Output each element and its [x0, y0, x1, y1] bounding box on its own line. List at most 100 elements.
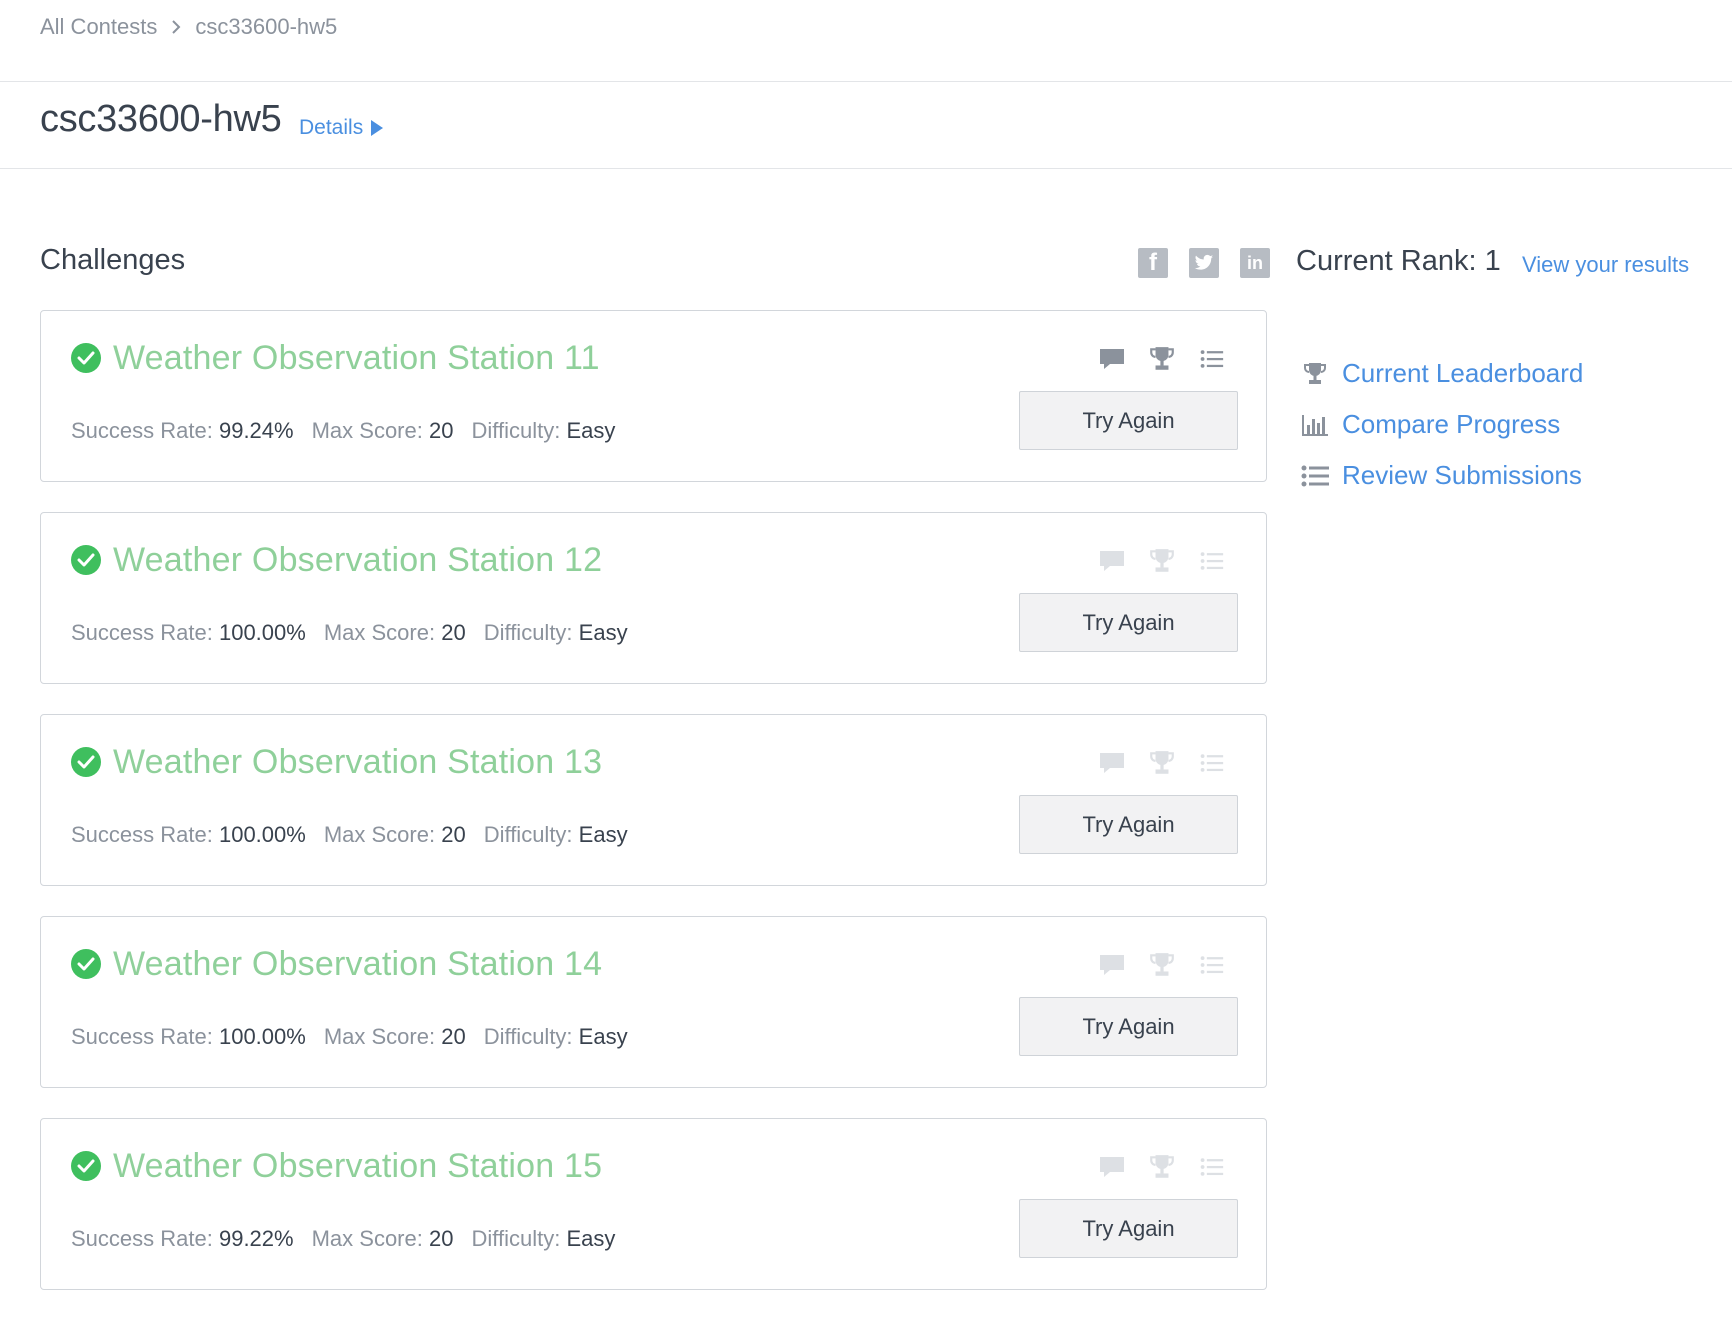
- success-rate-value: 100.00%: [218, 1024, 306, 1049]
- success-rate-label: Success Rate:: [71, 822, 213, 847]
- challenge-actions: [1098, 1153, 1248, 1181]
- challenge-meta: Success Rate: 100.00% Max Score: 20 Diffic…: [71, 620, 628, 646]
- challenge-card: Weather Observation Station 14 Success Ra…: [40, 916, 1267, 1088]
- success-rate-value: 100.00%: [218, 620, 306, 645]
- breadcrumb: All Contests csc33600-hw5: [40, 12, 337, 42]
- try-again-button[interactable]: Try Again: [1019, 593, 1238, 652]
- linkedin-glyph: in: [1247, 252, 1263, 273]
- success-rate-label: Success Rate:: [71, 1024, 213, 1049]
- max-score-label: Max Score:: [311, 418, 423, 443]
- divider: [0, 168, 1732, 169]
- max-score-label: Max Score:: [323, 620, 436, 645]
- discussion-icon[interactable]: [1098, 345, 1126, 373]
- challenge-title[interactable]: Weather Observation Station 13: [113, 743, 602, 782]
- challenge-actions: [1098, 951, 1248, 979]
- challenge-card: Weather Observation Station 15 Success Ra…: [40, 1118, 1267, 1290]
- max-score-label: Max Score:: [311, 1226, 423, 1251]
- discussion-icon[interactable]: [1098, 1153, 1126, 1181]
- sidebar-link-label: Review Submissions: [1342, 460, 1582, 490]
- difficulty-label: Difficulty:: [471, 1226, 561, 1251]
- difficulty-value: Easy: [566, 1226, 616, 1251]
- challenge-meta: Success Rate: 100.00% Max Score: 20 Diffic…: [71, 1024, 628, 1050]
- challenges-heading: Challenges: [40, 244, 186, 276]
- difficulty-value: Easy: [578, 1024, 628, 1049]
- try-again-button[interactable]: Try Again: [1019, 391, 1238, 450]
- challenge-meta: Success Rate: 99.24% Max Score: 20 Difficu…: [71, 418, 615, 444]
- divider: [0, 81, 1732, 82]
- max-score-value: 20: [428, 1226, 454, 1251]
- challenge-actions: [1098, 749, 1248, 777]
- sidebar-links: Current Leaderboard Compare Progress Rev…: [1300, 348, 1583, 501]
- challenge-meta: Success Rate: 99.22% Max Score: 20 Difficu…: [71, 1226, 615, 1252]
- trophy-icon[interactable]: [1148, 749, 1176, 777]
- success-rate-label: Success Rate:: [71, 418, 213, 443]
- difficulty-label: Difficulty:: [471, 418, 561, 443]
- challenge-title[interactable]: Weather Observation Station 14: [113, 945, 602, 984]
- challenge-actions: [1098, 547, 1248, 575]
- challenge-actions: [1098, 345, 1248, 373]
- check-circle-icon: [71, 747, 101, 777]
- details-link[interactable]: Details: [299, 116, 384, 140]
- chevron-right-icon: [171, 20, 181, 34]
- list-icon[interactable]: [1198, 547, 1226, 575]
- difficulty-label: Difficulty:: [483, 620, 573, 645]
- success-rate-value: 99.22%: [218, 1226, 294, 1251]
- trophy-icon[interactable]: [1148, 1153, 1176, 1181]
- list-icon[interactable]: [1198, 749, 1226, 777]
- check-circle-icon: [71, 1151, 101, 1181]
- max-score-value: 20: [441, 822, 466, 847]
- linkedin-icon[interactable]: in: [1240, 248, 1270, 278]
- discussion-icon[interactable]: [1098, 951, 1126, 979]
- success-rate-label: Success Rate:: [71, 620, 213, 645]
- list-icon[interactable]: [1198, 345, 1226, 373]
- challenge-card: Weather Observation Station 13 Success Ra…: [40, 714, 1267, 886]
- list-icon: [1300, 461, 1330, 491]
- sidebar-link-label: Current Leaderboard: [1342, 358, 1584, 388]
- challenge-card: Weather Observation Station 11 Success Ra…: [40, 310, 1267, 482]
- try-again-button[interactable]: Try Again: [1019, 997, 1238, 1056]
- try-again-button[interactable]: Try Again: [1019, 795, 1238, 854]
- list-icon[interactable]: [1198, 951, 1226, 979]
- success-rate-label: Success Rate:: [71, 1226, 213, 1251]
- list-icon[interactable]: [1198, 1153, 1226, 1181]
- check-circle-icon: [71, 949, 101, 979]
- success-rate-value: 100.00%: [218, 822, 306, 847]
- facebook-glyph: f: [1149, 249, 1157, 276]
- max-score-label: Max Score:: [323, 1024, 436, 1049]
- trophy-icon: [1300, 359, 1330, 389]
- success-rate-value: 99.24%: [218, 418, 294, 443]
- triangle-right-icon: [371, 120, 384, 136]
- challenge-title[interactable]: Weather Observation Station 15: [113, 1147, 602, 1186]
- challenge-card: Weather Observation Station 12 Success Ra…: [40, 512, 1267, 684]
- max-score-label: Max Score:: [323, 822, 436, 847]
- current-rank: Current Rank: 1: [1296, 245, 1501, 277]
- difficulty-value: Easy: [578, 822, 628, 847]
- trophy-icon[interactable]: [1148, 345, 1176, 373]
- difficulty-value: Easy: [578, 620, 628, 645]
- breadcrumb-all-contests[interactable]: All Contests: [40, 14, 157, 40]
- current-leaderboard-link[interactable]: Current Leaderboard: [1300, 348, 1583, 399]
- discussion-icon[interactable]: [1098, 547, 1126, 575]
- breadcrumb-current: csc33600-hw5: [195, 14, 338, 39]
- difficulty-label: Difficulty:: [483, 822, 573, 847]
- details-label: Details: [299, 116, 364, 139]
- view-results-link[interactable]: View your results: [1522, 252, 1689, 278]
- discussion-icon[interactable]: [1098, 749, 1126, 777]
- challenge-title[interactable]: Weather Observation Station 12: [113, 541, 602, 580]
- facebook-icon[interactable]: f: [1138, 248, 1168, 278]
- page-title: csc33600-hw5: [40, 98, 282, 140]
- twitter-icon[interactable]: [1189, 248, 1219, 278]
- review-submissions-link[interactable]: Review Submissions: [1300, 450, 1583, 501]
- bar-chart-icon: [1300, 410, 1330, 440]
- challenge-title[interactable]: Weather Observation Station 11: [113, 339, 600, 378]
- try-again-button[interactable]: Try Again: [1019, 1199, 1238, 1258]
- compare-progress-link[interactable]: Compare Progress: [1300, 399, 1583, 450]
- check-circle-icon: [71, 545, 101, 575]
- trophy-icon[interactable]: [1148, 951, 1176, 979]
- max-score-value: 20: [441, 1024, 466, 1049]
- sidebar-link-label: Compare Progress: [1342, 409, 1561, 439]
- trophy-icon[interactable]: [1148, 547, 1176, 575]
- check-circle-icon: [71, 343, 101, 373]
- challenge-meta: Success Rate: 100.00% Max Score: 20 Diffic…: [71, 822, 628, 848]
- max-score-value: 20: [428, 418, 454, 443]
